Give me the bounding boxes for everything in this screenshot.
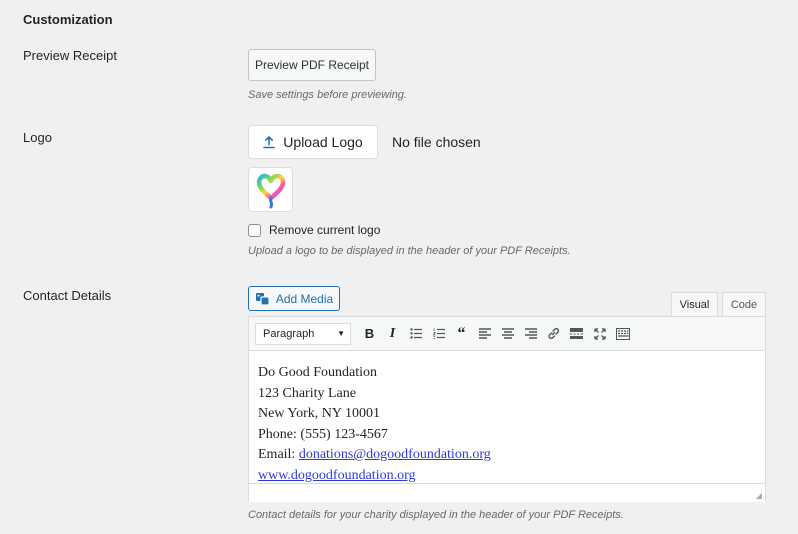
align-center-icon — [501, 328, 514, 339]
link-button[interactable] — [543, 323, 564, 345]
content-line: 123 Charity Lane — [258, 385, 356, 401]
fullscreen-button[interactable] — [589, 323, 610, 345]
upload-logo-button[interactable]: Upload Logo — [248, 125, 378, 159]
editor-toolbar: Paragraph ▼ B I “ — [249, 317, 765, 351]
blockquote-icon: “ — [457, 324, 466, 342]
remove-logo-checkbox[interactable] — [248, 223, 261, 237]
email-prefix: Email: — [258, 447, 299, 462]
bullet-list-button[interactable] — [405, 323, 426, 345]
read-more-button[interactable] — [566, 323, 587, 345]
file-status: No file chosen — [392, 134, 481, 150]
website-link[interactable]: www.dogoodfoundation.org — [258, 468, 416, 483]
blockquote-button[interactable]: “ — [451, 323, 472, 345]
logo-label: Logo — [23, 130, 52, 145]
remove-logo-row: Remove current logo — [248, 223, 380, 237]
upload-logo-label: Upload Logo — [283, 134, 363, 150]
upload-icon — [263, 135, 276, 148]
email-line: Email: donations@dogoodfoundation.org — [258, 445, 756, 466]
align-left-icon — [478, 328, 491, 339]
link-icon — [548, 327, 560, 340]
tab-visual[interactable]: Visual — [671, 292, 718, 316]
content-line: Phone: (555) 123-4567 — [258, 426, 388, 442]
add-media-label: Add Media — [275, 291, 334, 306]
remove-logo-label: Remove current logo — [269, 223, 381, 237]
website-line: www.dogoodfoundation.org — [258, 466, 756, 484]
bold-icon: B — [364, 326, 375, 341]
editor-statusbar: ◢ — [249, 483, 765, 502]
align-center-button[interactable] — [497, 323, 518, 345]
numbered-list-button[interactable] — [428, 323, 449, 345]
add-media-icon — [255, 292, 270, 306]
editor-content[interactable]: Do Good Foundation 123 Charity Lane New … — [249, 351, 765, 483]
section-title: Customization — [23, 12, 113, 27]
paragraph-format-select[interactable]: Paragraph ▼ — [255, 322, 351, 345]
heart-logo-icon — [256, 173, 285, 208]
fullscreen-icon — [593, 327, 606, 340]
contact-details-label: Contact Details — [23, 288, 112, 303]
bold-button[interactable]: B — [359, 323, 380, 345]
preview-receipt-description: Save settings before previewing. — [248, 89, 407, 101]
preview-receipt-label: Preview Receipt — [23, 48, 117, 63]
align-right-icon — [524, 328, 537, 339]
toolbar-toggle-icon — [615, 327, 630, 340]
content-line: New York, NY 10001 — [258, 406, 380, 421]
preview-pdf-receipt-button[interactable]: Preview PDF Receipt — [248, 49, 376, 81]
italic-icon: I — [389, 325, 396, 341]
content-line: Do Good Foundation — [258, 365, 377, 380]
read-more-icon — [570, 328, 583, 339]
logo-thumbnail — [248, 167, 293, 212]
add-media-button[interactable]: Add Media — [248, 286, 340, 311]
align-right-button[interactable] — [520, 323, 541, 345]
align-left-button[interactable] — [474, 323, 495, 345]
italic-button[interactable]: I — [382, 323, 403, 345]
bullet-list-icon — [409, 328, 422, 339]
toolbar-toggle-button[interactable] — [612, 323, 633, 345]
contact-details-description: Contact details for your charity display… — [248, 509, 624, 521]
rich-text-editor: Paragraph ▼ B I “ Do Good Foundation 123… — [248, 316, 766, 502]
tab-code[interactable]: Code — [722, 292, 766, 316]
logo-description: Upload a logo to be displayed in the hea… — [248, 245, 571, 257]
format-select-value: Paragraph — [263, 327, 315, 340]
email-link[interactable]: donations@dogoodfoundation.org — [299, 447, 491, 462]
resize-handle-icon[interactable]: ◢ — [756, 491, 762, 500]
numbered-list-icon — [432, 328, 445, 339]
chevron-down-icon: ▼ — [337, 329, 345, 338]
